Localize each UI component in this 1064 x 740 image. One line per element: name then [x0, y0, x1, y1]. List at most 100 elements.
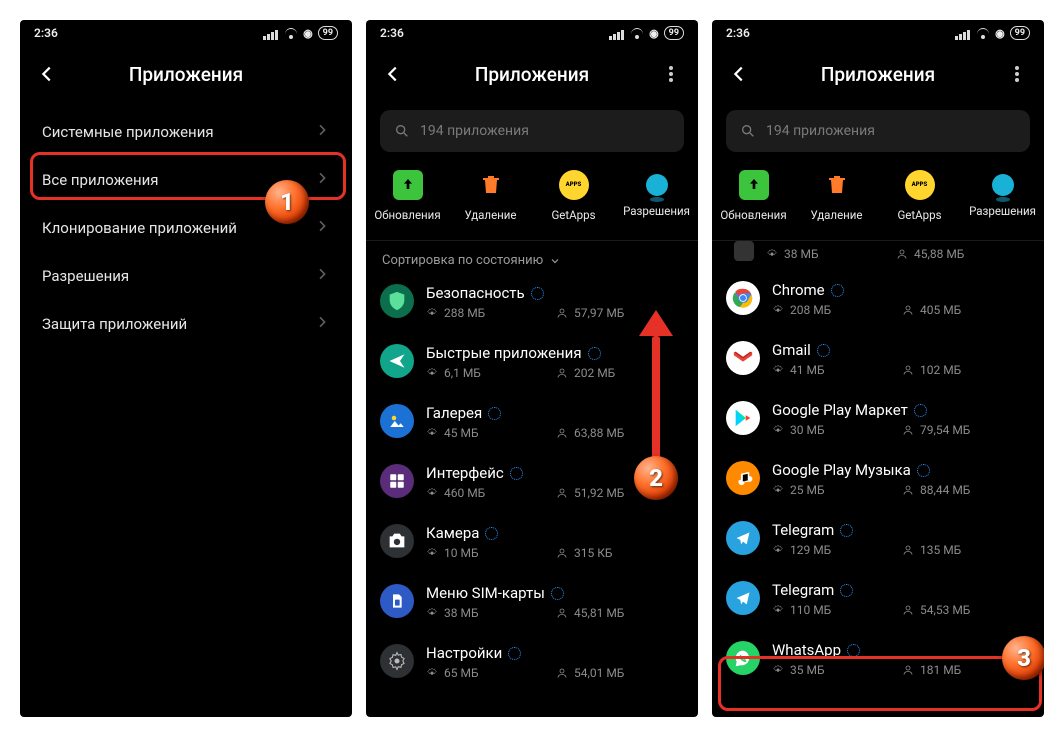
app-body: Gmail41 МБ102 МБ [772, 341, 1030, 377]
app-row-quick[interactable]: Быстрые приложения6,1 МБ202 МБ [366, 334, 698, 394]
app-icon-gmail [726, 341, 760, 375]
sort-label: Сортировка по состоянию [382, 253, 543, 268]
app-row-gmail[interactable]: Gmail41 МБ102 МБ [712, 331, 1044, 391]
user-icon [902, 664, 915, 677]
app-size-b: 88,44 МБ [920, 483, 970, 497]
read-mode-icon: ◉ [649, 27, 659, 40]
app-size-b: 202 МБ [574, 366, 615, 380]
read-mode-icon: ◉ [303, 27, 313, 40]
actions-row: Обновления Удаление APPS GetApps Разреше… [712, 158, 1044, 241]
app-name: Настройки [426, 644, 502, 662]
loading-spinner-icon [551, 587, 564, 600]
page-title: Приложения [712, 63, 1044, 86]
gear-icon [772, 544, 785, 557]
sort-button[interactable]: Сортировка по состоянию [366, 241, 698, 274]
app-size-a: 35 МБ [790, 663, 825, 677]
app-icon-quick [380, 344, 414, 378]
user-icon [556, 667, 569, 680]
battery-icon: 99 [1010, 26, 1030, 40]
app-body: Google Play Маркет30 МБ79,54 МБ [772, 401, 1030, 437]
app-name: Интерфейс [426, 464, 504, 482]
row-app-lock[interactable]: Защита приложений [20, 300, 352, 348]
app-row-settings[interactable]: Настройки65 МБ54,01 МБ [366, 634, 698, 694]
app-row-partial[interactable]: 38 МБ 45,88 МБ [712, 241, 1044, 271]
status-bar: 2:36 ◉ 99 [20, 20, 352, 46]
search-input[interactable]: 194 приложения [726, 110, 1030, 152]
app-name: Google Play Музыка [772, 461, 911, 479]
loading-spinner-icon [817, 344, 830, 357]
app-row-whatsapp[interactable]: WhatsApp35 МБ181 МБ [712, 631, 1044, 691]
app-icon-play [726, 401, 760, 435]
app-name: WhatsApp [772, 641, 841, 659]
back-button[interactable] [372, 53, 414, 95]
header: Приложения [366, 46, 698, 102]
more-button[interactable] [996, 53, 1038, 95]
app-list[interactable]: 38 МБ 45,88 МБ Chrome208 МБ405 МБ Gmail41… [712, 241, 1044, 717]
status-time: 2:36 [726, 26, 750, 40]
wifi-icon [630, 27, 644, 39]
action-label: Удаление [795, 208, 878, 222]
app-name: Chrome [772, 281, 825, 299]
app-size-b: 57,97 МБ [574, 306, 624, 320]
gear-icon [426, 367, 439, 380]
gear-icon [772, 664, 785, 677]
row-permissions[interactable]: Разрешения [20, 252, 352, 300]
annotation-step-2: 2 [634, 456, 678, 500]
search-input[interactable]: 194 приложения [380, 110, 684, 152]
action-uninstall[interactable]: Удаление [449, 170, 532, 222]
app-row-gallery[interactable]: Галерея45 МБ63,88 МБ [366, 394, 698, 454]
action-permissions[interactable]: Разрешения [961, 170, 1044, 222]
app-row-music[interactable]: Google Play Музыка25 МБ88,44 МБ [712, 451, 1044, 511]
app-row-telegram[interactable]: Telegram110 МБ54,53 МБ [712, 571, 1044, 631]
search-icon [394, 123, 410, 139]
search-placeholder: 194 приложения [766, 123, 875, 139]
app-body: Chrome208 МБ405 МБ [772, 281, 1030, 317]
row-system-apps[interactable]: Системные приложения [20, 108, 352, 156]
more-icon [1015, 64, 1019, 84]
more-button[interactable] [650, 53, 692, 95]
user-icon [556, 307, 569, 320]
back-button[interactable] [26, 53, 68, 95]
trash-icon [822, 170, 852, 200]
update-icon [739, 170, 769, 200]
action-getapps[interactable]: APPS GetApps [532, 170, 615, 222]
action-uninstall[interactable]: Удаление [795, 170, 878, 222]
back-button[interactable] [718, 53, 760, 95]
app-size-a: 41 МБ [790, 363, 825, 377]
gear-icon [766, 248, 779, 261]
app-icon-music [726, 461, 760, 495]
phone-screen-3: 2:36 ◉ 99 Приложения 194 приложения Обно… [712, 20, 1044, 717]
action-getapps[interactable]: APPS GetApps [878, 170, 961, 222]
loading-spinner-icon [485, 527, 498, 540]
user-icon [556, 607, 569, 620]
loading-spinner-icon [840, 524, 853, 537]
action-updates[interactable]: Обновления [366, 170, 449, 222]
phone-screen-1: 2:36 ◉ 99 Приложения Системные приложени… [20, 20, 352, 717]
action-permissions[interactable]: Разрешения [615, 170, 698, 222]
app-body: Настройки65 МБ54,01 МБ [426, 644, 684, 680]
user-icon [556, 487, 569, 500]
app-body: Безопасность288 МБ57,97 МБ [426, 284, 684, 320]
app-row-security[interactable]: Безопасность288 МБ57,97 МБ [366, 274, 698, 334]
battery-icon: 99 [318, 26, 338, 40]
app-row-play[interactable]: Google Play Маркет30 МБ79,54 МБ [712, 391, 1044, 451]
app-row-camera[interactable]: Камера10 МБ315 КБ [366, 514, 698, 574]
signal-icon [609, 26, 625, 40]
app-size-a: 30 МБ [790, 423, 825, 437]
loading-spinner-icon [831, 284, 844, 297]
app-row-chrome[interactable]: Chrome208 МБ405 МБ [712, 271, 1044, 331]
app-size-a: 38 МБ [444, 606, 479, 620]
loading-spinner-icon [508, 647, 521, 660]
action-updates[interactable]: Обновления [712, 170, 795, 222]
action-label: GetApps [878, 208, 961, 222]
getapps-icon: APPS [905, 170, 935, 200]
permissions-icon [646, 174, 668, 196]
app-row-sim[interactable]: Меню SIM-карты38 МБ45,81 МБ [366, 574, 698, 634]
action-label: Обновления [366, 208, 449, 222]
wifi-icon [284, 27, 298, 39]
user-icon [902, 364, 915, 377]
app-name: Быстрые приложения [426, 344, 582, 362]
app-size-a: 65 МБ [444, 666, 479, 680]
app-row-telegram[interactable]: Telegram129 МБ135 МБ [712, 511, 1044, 571]
status-time: 2:36 [34, 26, 58, 40]
